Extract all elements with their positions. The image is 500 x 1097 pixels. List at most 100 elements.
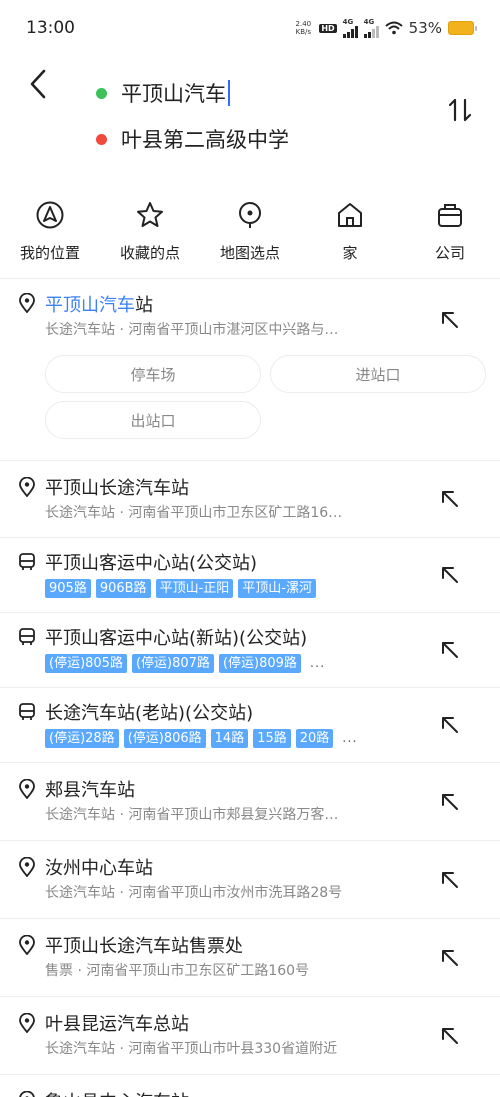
- list-item[interactable]: 平顶山客运中心站(公交站) 905路 906B路 平顶山-正阳 平顶山-漯河: [0, 538, 500, 613]
- signal-icon: 4G: [363, 18, 379, 38]
- result-subtitle: 售票 · 河南省平顶山市卫东区矿工路160号: [45, 963, 310, 979]
- fill-arrow-button[interactable]: [438, 308, 462, 332]
- bus-line-tag: 15路: [253, 729, 291, 748]
- quick-home[interactable]: 家: [300, 192, 400, 272]
- quick-my-location[interactable]: 我的位置: [0, 192, 100, 272]
- fill-arrow-button[interactable]: [438, 487, 462, 511]
- result-subtitle: 长途汽车站 · 河南省平顶山市叶县330省道附近: [45, 1041, 338, 1057]
- text-cursor: [228, 80, 230, 106]
- bus-line-tag: 平顶山-漯河: [238, 579, 316, 598]
- arrow-up-left-icon: [442, 872, 458, 888]
- wifi-icon: [384, 21, 403, 35]
- battery-percent: 53%: [408, 19, 442, 37]
- result-subtitle: 长途汽车站 · 河南省平顶山市汝州市洗耳路28号: [45, 885, 343, 901]
- fill-arrow-button[interactable]: [438, 638, 462, 662]
- origin-dot-icon: [96, 87, 107, 99]
- bus-line-tag: (停运)805路: [45, 654, 127, 673]
- hd-icon: HD: [319, 23, 337, 33]
- origin-input[interactable]: 平顶山汽车: [96, 76, 230, 110]
- destination-input[interactable]: 叶县第二高级中学: [96, 122, 289, 156]
- swap-icon: [448, 98, 472, 122]
- bus-line-tag: (停运)809路: [218, 654, 301, 673]
- result-title: 鲁山县中心汽车站: [45, 1088, 189, 1097]
- bus-line-tags: (停运)28路 (停运)806路 14路 15路 20路 ...: [45, 729, 358, 748]
- search-results: 平顶山汽车站 长途汽车站 · 河南省平顶山市湛河区中兴路与… 停车场 进站口 出…: [0, 279, 500, 1097]
- bus-line-tag: 906B路: [95, 579, 151, 598]
- status-bar: 13:00 2.40 KB/s HD 4G 4G 53%: [0, 0, 500, 56]
- result-subtitle: 长途汽车站 · 河南省平顶山市卫东区矿工路16…: [45, 505, 343, 521]
- list-item[interactable]: 平顶山客运中心站(新站)(公交站) (停运)805路 (停运)807路 (停运)…: [0, 613, 500, 688]
- status-icons: 2.40 KB/s HD 4G 4G 53%: [293, 18, 477, 38]
- list-item[interactable]: 平顶山汽车站 长途汽车站 · 河南省平顶山市湛河区中兴路与… 停车场 进站口 出…: [0, 279, 500, 461]
- back-arrow-icon: [30, 69, 46, 99]
- origin-text: 平顶山汽车: [121, 82, 226, 106]
- fill-arrow-button[interactable]: [438, 868, 462, 892]
- chip-entrance[interactable]: 进站口: [270, 355, 486, 393]
- location-pin-icon: [19, 477, 35, 497]
- bus-line-tags: (停运)805路 (停运)807路 (停运)809路 ...: [45, 654, 325, 673]
- location-pin-icon: [19, 935, 35, 955]
- result-title: 长途汽车站(老站)(公交站): [45, 703, 254, 724]
- location-pin-icon: [19, 857, 35, 877]
- location-arrow-icon: [35, 200, 65, 230]
- arrow-up-left-icon: [442, 642, 458, 658]
- signal-icon: 4G: [342, 18, 358, 38]
- more-lines-indicator: ...: [342, 731, 358, 746]
- quick-company[interactable]: 公司: [400, 192, 500, 272]
- arrow-up-left-icon: [442, 1028, 458, 1044]
- list-item[interactable]: 汝州中心车站 长途汽车站 · 河南省平顶山市汝州市洗耳路28号: [0, 841, 500, 919]
- result-title: 平顶山客运中心站(公交站): [45, 553, 258, 574]
- list-item[interactable]: 长途汽车站(老站)(公交站) (停运)28路 (停运)806路 14路 15路 …: [0, 688, 500, 763]
- bus-line-tag: (停运)807路: [131, 654, 214, 673]
- list-item[interactable]: 郏县汽车站 长途汽车站 · 河南省平顶山市郏县复兴路万客…: [0, 763, 500, 841]
- bus-icon: [19, 628, 35, 645]
- result-title: 汝州中心车站: [45, 858, 153, 879]
- quick-pick-on-map[interactable]: 地图选点: [200, 192, 300, 272]
- location-pin-icon: [19, 779, 35, 799]
- more-lines-indicator: ...: [309, 656, 326, 671]
- fill-arrow-button[interactable]: [438, 713, 462, 737]
- result-title: 平顶山长途汽车站: [45, 478, 189, 499]
- network-speed: 2.40 KB/s: [295, 20, 312, 36]
- arrow-up-left-icon: [442, 950, 458, 966]
- star-icon: [135, 200, 165, 230]
- arrow-up-left-icon: [442, 794, 458, 810]
- arrow-up-left-icon: [442, 491, 458, 507]
- fill-arrow-button[interactable]: [438, 790, 462, 814]
- fill-arrow-button[interactable]: [438, 946, 462, 970]
- result-title: 平顶山客运中心站(新站)(公交站): [45, 628, 308, 649]
- fill-arrow-button[interactable]: [438, 563, 462, 587]
- list-item[interactable]: 平顶山长途汽车站 长途汽车站 · 河南省平顶山市卫东区矿工路16…: [0, 461, 500, 538]
- battery-icon: [448, 21, 477, 35]
- destination-dot-icon: [96, 133, 107, 145]
- bus-line-tag: 平顶山-正阳: [155, 579, 234, 598]
- result-subtitle: 长途汽车站 · 河南省平顶山市湛河区中兴路与…: [45, 322, 339, 338]
- home-icon: [335, 200, 365, 230]
- location-pin-icon: [19, 1013, 35, 1033]
- bus-icon: [19, 553, 35, 570]
- bus-line-tag: 20路: [295, 729, 334, 748]
- bus-line-tags: 905路 906B路 平顶山-正阳 平顶山-漯河: [45, 579, 316, 598]
- location-pin-icon: [19, 293, 35, 313]
- quick-favorites[interactable]: 收藏的点: [100, 192, 200, 272]
- list-item[interactable]: 鲁山县中心汽车站: [0, 1075, 500, 1097]
- bus-line-tag: 14路: [210, 729, 249, 748]
- result-title: 平顶山长途汽车站售票处: [45, 936, 243, 957]
- fill-arrow-button[interactable]: [438, 1024, 462, 1048]
- list-item[interactable]: 平顶山长途汽车站售票处 售票 · 河南省平顶山市卫东区矿工路160号: [0, 919, 500, 997]
- arrow-up-left-icon: [442, 717, 458, 733]
- route-inputs: 平顶山汽车 叶县第二高级中学: [88, 64, 478, 174]
- quick-actions: 我的位置 收藏的点 地图选点 家 公司: [0, 192, 500, 272]
- list-item[interactable]: 叶县昆运汽车总站 长途汽车站 · 河南省平顶山市叶县330省道附近: [0, 997, 500, 1075]
- swap-route-button[interactable]: [442, 92, 478, 128]
- back-button[interactable]: [28, 64, 62, 104]
- bus-line-tag: (停运)28路: [45, 729, 119, 748]
- bus-line-tag: 905路: [45, 579, 91, 598]
- chip-exit[interactable]: 出站口: [45, 401, 261, 439]
- arrow-up-left-icon: [442, 567, 458, 583]
- result-title: 郏县汽车站: [45, 780, 135, 801]
- bus-line-tag: (停运)806路: [123, 729, 206, 748]
- arrow-up-left-icon: [442, 312, 458, 328]
- result-title: 平顶山汽车站: [45, 295, 153, 316]
- chip-parking[interactable]: 停车场: [45, 355, 261, 393]
